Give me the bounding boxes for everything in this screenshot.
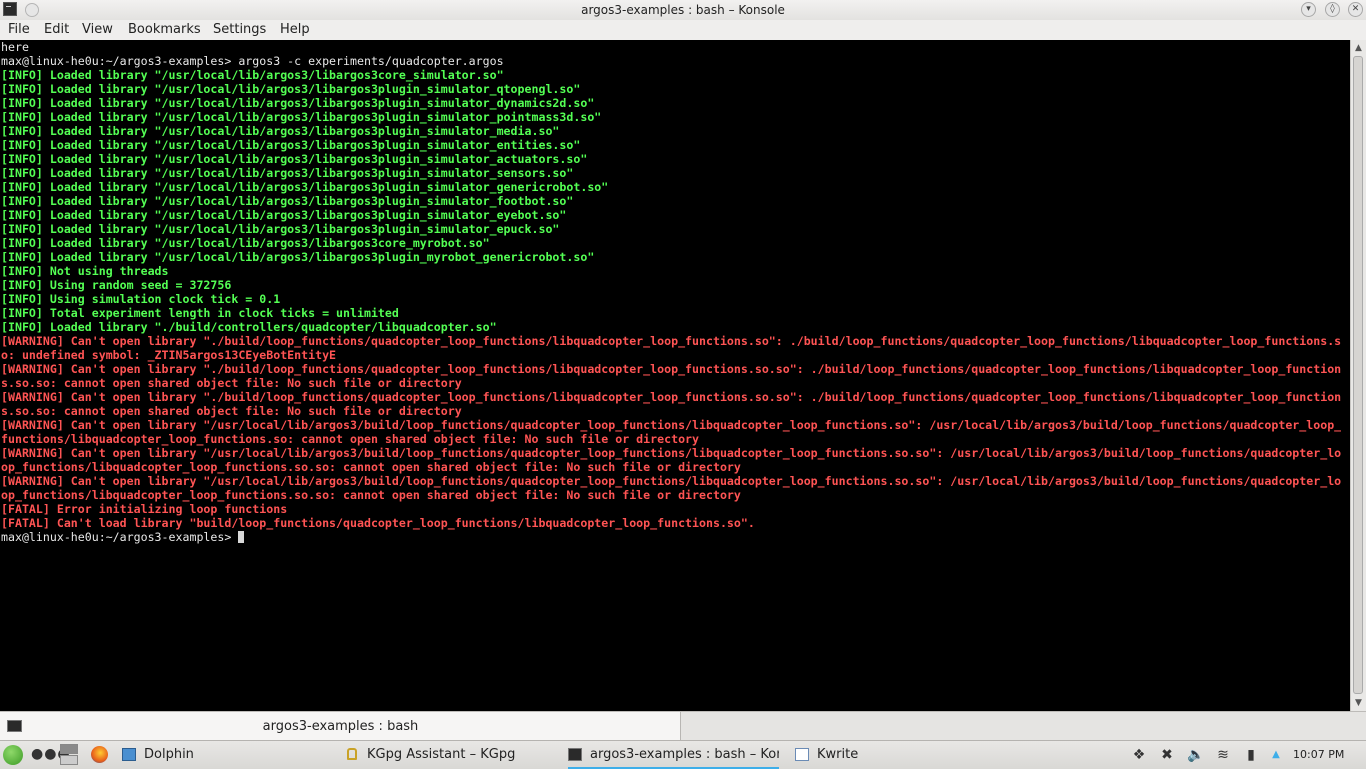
terminal-scrollbar[interactable]: ▲ ▼ — [1350, 40, 1366, 711]
terminal-line: s.so.so: cannot open shared object file:… — [1, 376, 462, 390]
kwrite-icon — [795, 748, 809, 761]
menu-edit[interactable]: Edit — [44, 22, 69, 37]
terminal-line: max@linux-he0u:~/argos3-examples> argos3… — [1, 54, 504, 68]
clock[interactable]: 10:07 PM — [1293, 748, 1344, 761]
minimize-button[interactable]: ▾ — [1301, 2, 1316, 17]
wifi-icon[interactable]: ≋ — [1215, 747, 1231, 763]
terminal-line: op_functions/libquadcopter_loop_function… — [1, 460, 741, 474]
terminal-line: [INFO] Using simulation clock tick = 0.1 — [1, 292, 281, 306]
tab-label: argos3-examples : bash — [262, 719, 419, 734]
dropbox-icon[interactable]: ❖ — [1131, 747, 1147, 763]
terminal-line: here — [1, 40, 29, 54]
terminal-line: [INFO] Loaded library "/usr/local/lib/ar… — [1, 82, 581, 96]
window-title: argos3-examples : bash – Konsole — [581, 3, 785, 17]
menu-bar: File Edit View Bookmarks Settings Help — [0, 20, 1366, 41]
terminal-line: o: undefined symbol: _ZTIN5argos13CEyeBo… — [1, 348, 337, 362]
battery-icon[interactable]: ▮ — [1243, 747, 1259, 763]
menu-view[interactable]: View — [82, 22, 113, 37]
terminal-line: functions/libquadcopter_loop_functions.s… — [1, 432, 700, 446]
task-kgpg[interactable]: KGpg Assistant – KGpg — [345, 743, 545, 767]
menu-file[interactable]: File — [8, 22, 30, 37]
terminal-line: [INFO] Loaded library "/usr/local/lib/ar… — [1, 138, 581, 152]
terminal-line: [INFO] Loaded library "./build/controlle… — [1, 320, 497, 334]
terminal-line: [INFO] Loaded library "/usr/local/lib/ar… — [1, 208, 567, 222]
scroll-down-arrow-icon[interactable]: ▼ — [1353, 697, 1364, 709]
terminal-line: s.so.so: cannot open shared object file:… — [1, 404, 462, 418]
terminal-line: [INFO] Loaded library "/usr/local/lib/ar… — [1, 124, 560, 138]
terminal-line: [INFO] Loaded library "/usr/local/lib/ar… — [1, 166, 574, 180]
terminal-line: [WARNING] Can't open library "/usr/local… — [1, 446, 1342, 460]
dolphin-icon — [122, 748, 136, 761]
terminal-line: [INFO] Not using threads — [1, 264, 169, 278]
terminal-prompt[interactable]: max@linux-he0u:~/argos3-examples> — [1, 530, 1341, 544]
application-launcher-icon[interactable] — [3, 745, 23, 765]
terminal-line: [INFO] Loaded library "/usr/local/lib/ar… — [1, 110, 602, 124]
terminal-line: [INFO] Loaded library "/usr/local/lib/ar… — [1, 180, 609, 194]
terminal-line: [WARNING] Can't open library "./build/lo… — [1, 334, 1342, 348]
scrollbar-thumb[interactable] — [1353, 56, 1363, 694]
terminal-line: [WARNING] Can't open library "/usr/local… — [1, 474, 1342, 488]
terminal-line: [INFO] Using random seed = 372756 — [1, 278, 232, 292]
scroll-up-arrow-icon[interactable]: ▲ — [1353, 42, 1364, 54]
taskbar: ●●● Dolphin KGpg Assistant – KGpg argos3… — [0, 740, 1366, 769]
window-titlebar[interactable]: argos3-examples : bash – Konsole ▾ ◊ ✕ — [0, 0, 1366, 21]
terminal-line: [INFO] Loaded library "/usr/local/lib/ar… — [1, 194, 574, 208]
terminal-line: [WARNING] Can't open library "/usr/local… — [1, 418, 1342, 432]
close-button[interactable]: ✕ — [1348, 2, 1363, 17]
terminal-line: [INFO] Loaded library "/usr/local/lib/ar… — [1, 222, 560, 236]
terminal-line: [INFO] Total experiment length in clock … — [1, 306, 399, 320]
tab-bash[interactable]: argos3-examples : bash — [0, 712, 681, 741]
firefox-icon[interactable] — [91, 746, 108, 763]
task-label: KGpg Assistant – KGpg — [367, 747, 516, 762]
terminal-line: [WARNING] Can't open library "./build/lo… — [1, 390, 1342, 404]
menu-settings[interactable]: Settings — [213, 22, 266, 37]
lock-icon — [347, 748, 357, 760]
terminal-line: [INFO] Loaded library "/usr/local/lib/ar… — [1, 68, 504, 82]
task-kwrite[interactable]: Kwrite — [795, 743, 915, 767]
terminal-line: [FATAL] Error initializing loop function… — [1, 502, 288, 516]
task-konsole[interactable]: argos3-examples : bash – Konsole — [568, 743, 779, 769]
terminal-output[interactable]: here max@linux-he0u:~/argos3-examples> ar… — [0, 40, 1350, 711]
terminal-icon — [568, 748, 582, 761]
terminal-line: [INFO] Loaded library "/usr/local/lib/ar… — [1, 96, 595, 110]
terminal-lines: here max@linux-he0u:~/argos3-examples> ar… — [1, 40, 1341, 544]
expand-tray-icon[interactable]: ▲ — [1268, 747, 1284, 763]
terminal-line: [INFO] Loaded library "/usr/local/lib/ar… — [1, 152, 588, 166]
maximize-button[interactable]: ◊ — [1325, 2, 1340, 17]
desktop-pager[interactable] — [60, 744, 78, 766]
konsole-tab-bar: argos3-examples : bash — [0, 711, 1366, 741]
task-dolphin[interactable]: Dolphin — [122, 743, 322, 767]
terminal-line: [FATAL] Can't load library "build/loop_f… — [1, 516, 755, 530]
terminal-line: op_functions/libquadcopter_loop_function… — [1, 488, 741, 502]
task-label: Dolphin — [144, 747, 194, 762]
task-label: Kwrite — [817, 747, 859, 762]
volume-icon[interactable]: 🔈 — [1187, 747, 1204, 763]
menu-bookmarks[interactable]: Bookmarks — [128, 22, 201, 37]
terminal-line: [WARNING] Can't open library "./build/lo… — [1, 362, 1342, 376]
text-cursor — [238, 531, 245, 543]
prompt-text: max@linux-he0u:~/argos3-examples> — [1, 530, 239, 544]
tools-icon[interactable]: ✖ — [1159, 747, 1175, 763]
menu-help[interactable]: Help — [280, 22, 310, 37]
task-label: argos3-examples : bash – Konsole — [590, 747, 779, 762]
terminal-line: [INFO] Loaded library "/usr/local/lib/ar… — [1, 250, 595, 264]
terminal-line: [INFO] Loaded library "/usr/local/lib/ar… — [1, 236, 490, 250]
